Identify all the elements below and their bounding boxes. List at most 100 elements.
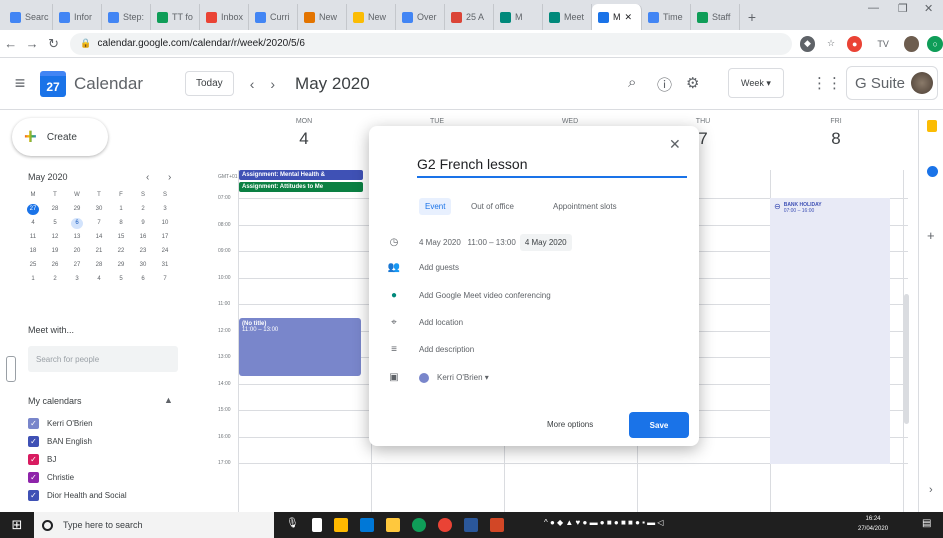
browser-tab[interactable]: M [494,4,543,30]
search-icon[interactable]: ⌕ [628,74,636,91]
owner-row[interactable]: ▣ Kerri O'Brien ▾ [387,372,489,383]
allday-event[interactable]: Assignment: Attitudes to Me [239,182,363,192]
calendar-item[interactable]: ✓ Kerri O'Brien [28,418,93,429]
datetime-row[interactable]: ◷ 4 May 2020 11:00 – 13:00 4 May 2020 [387,234,572,251]
more-options-button[interactable]: More options [547,420,593,429]
mini-day[interactable]: 28 [44,204,66,215]
mini-day[interactable]: 5 [44,218,66,229]
keep-icon[interactable] [927,120,937,132]
mini-day[interactable]: 11 [22,232,44,243]
browser-tab[interactable]: Searc [4,4,53,30]
restore-icon[interactable]: ❐ [898,2,908,15]
mini-day[interactable]: 1 [22,274,44,285]
mini-day[interactable]: 3 [66,274,88,285]
browser-tab[interactable]: Over [396,4,445,30]
mini-day[interactable]: 17 [154,232,176,243]
tab-out-of-office[interactable]: Out of office [465,198,520,215]
meet-row[interactable]: ● Add Google Meet video conferencing [387,290,551,301]
event-time-range[interactable]: 11:00 – 13:00 [467,238,515,247]
bookmark-star-icon[interactable]: ☆ [823,35,839,52]
next-week-icon[interactable]: › [270,76,275,92]
mini-day[interactable]: 8 [110,218,132,229]
mini-day[interactable]: 4 [88,274,110,285]
mini-day[interactable]: 30 [132,260,154,271]
browser-tab[interactable]: Inbox [200,4,249,30]
checkbox[interactable]: ✓ [28,418,39,429]
mini-day[interactable]: 3 [154,204,176,215]
description-row[interactable]: ≡ Add description [387,344,474,355]
mini-day[interactable]: 15 [110,232,132,243]
apps-grid-icon[interactable]: ⋮⋮ [812,74,842,92]
allday-event[interactable]: Assignment: Mental Health & [239,170,363,180]
today-button[interactable]: Today [185,71,234,96]
calendar-owner[interactable]: Kerri O'Brien [437,373,483,382]
mini-day[interactable]: 12 [44,232,66,243]
browser-tab[interactable]: M ✕ [592,4,642,30]
guests-row[interactable]: 👥 Add guests [387,262,459,273]
panel-handle[interactable] [6,356,16,382]
checkbox[interactable]: ✓ [28,472,39,483]
edge-icon[interactable] [360,518,374,532]
gsuite-account[interactable]: G Suite [846,66,938,100]
tab-event[interactable]: Event [419,198,452,215]
mini-day[interactable]: 14 [88,232,110,243]
mini-next-icon[interactable]: › [168,172,171,183]
new-tab-button[interactable]: + [740,4,764,30]
mini-day[interactable]: 31 [154,260,176,271]
location-row[interactable]: ⌖ Add location [387,317,463,328]
add-addon-icon[interactable]: + [927,228,935,243]
mini-day[interactable]: 7 [88,218,110,229]
mini-day[interactable]: 16 [132,232,154,243]
mini-day[interactable]: 2 [132,204,154,215]
url-input[interactable]: 🔒 calendar.google.com/calendar/r/week/20… [70,32,792,55]
help-icon[interactable]: ⓘ [657,74,672,95]
add-guests[interactable]: Add guests [419,263,459,272]
calendar-event[interactable]: (No title) 11:00 – 13:00 [239,318,361,376]
calendar-item[interactable]: ✓ BAN English [28,436,92,447]
mini-day[interactable]: 25 [22,260,44,271]
mini-prev-icon[interactable]: ‹ [146,172,149,183]
browser-tab[interactable]: New [298,4,347,30]
event-date[interactable]: 4 May 2020 [419,238,461,247]
create-button[interactable]: + Create [12,118,108,156]
chrome-icon[interactable] [412,518,426,532]
mini-day[interactable]: 27 [66,260,88,271]
mini-day[interactable]: 24 [154,246,176,257]
reload-icon[interactable]: ↻ [43,36,64,52]
mini-day[interactable]: 29 [66,204,88,215]
browser-tab[interactable]: Meet [543,4,592,30]
event-end-date[interactable]: 4 May 2020 [519,234,572,251]
task-view-icon[interactable] [312,518,322,532]
mini-day[interactable]: 27 [27,204,39,215]
powerpoint-icon[interactable] [490,518,504,532]
previous-week-icon[interactable]: ‹ [250,76,255,92]
settings-gear-icon[interactable]: ⚙ [686,74,699,92]
checkbox[interactable]: ✓ [28,490,39,501]
profile-avatar[interactable] [903,35,920,52]
add-meet[interactable]: Add Google Meet video conferencing [419,291,551,300]
browser-tab[interactable]: 25 A [445,4,494,30]
mini-day[interactable]: 23 [132,246,154,257]
calendar-item[interactable]: ✓ Christie [28,472,74,483]
extension-icon[interactable]: ◆ [799,35,816,52]
day-header[interactable]: FRI 8 [770,118,902,149]
mini-day[interactable]: 6 [71,218,83,229]
word-icon[interactable] [464,518,478,532]
checkbox[interactable]: ✓ [28,436,39,447]
mini-day[interactable]: 19 [44,246,66,257]
save-button[interactable]: Save [629,412,689,438]
close-icon[interactable]: ✕ [669,136,681,153]
forward-icon[interactable]: → [21,36,42,51]
browser-tab[interactable]: TT fo [151,4,200,30]
extension-tv-icon[interactable]: TV [870,35,896,52]
mini-day[interactable]: 21 [88,246,110,257]
mini-day[interactable]: 20 [66,246,88,257]
mini-day[interactable]: 10 [154,218,176,229]
mini-day[interactable]: 6 [132,274,154,285]
calendar-item[interactable]: ✓ BJ [28,454,56,465]
event-title-input[interactable]: G2 French lesson [417,156,687,178]
mini-day[interactable]: 26 [44,260,66,271]
windows-start-icon[interactable]: ⊞ [0,517,34,533]
file-explorer-icon[interactable] [334,518,348,532]
minimize-icon[interactable]: — [868,2,879,14]
